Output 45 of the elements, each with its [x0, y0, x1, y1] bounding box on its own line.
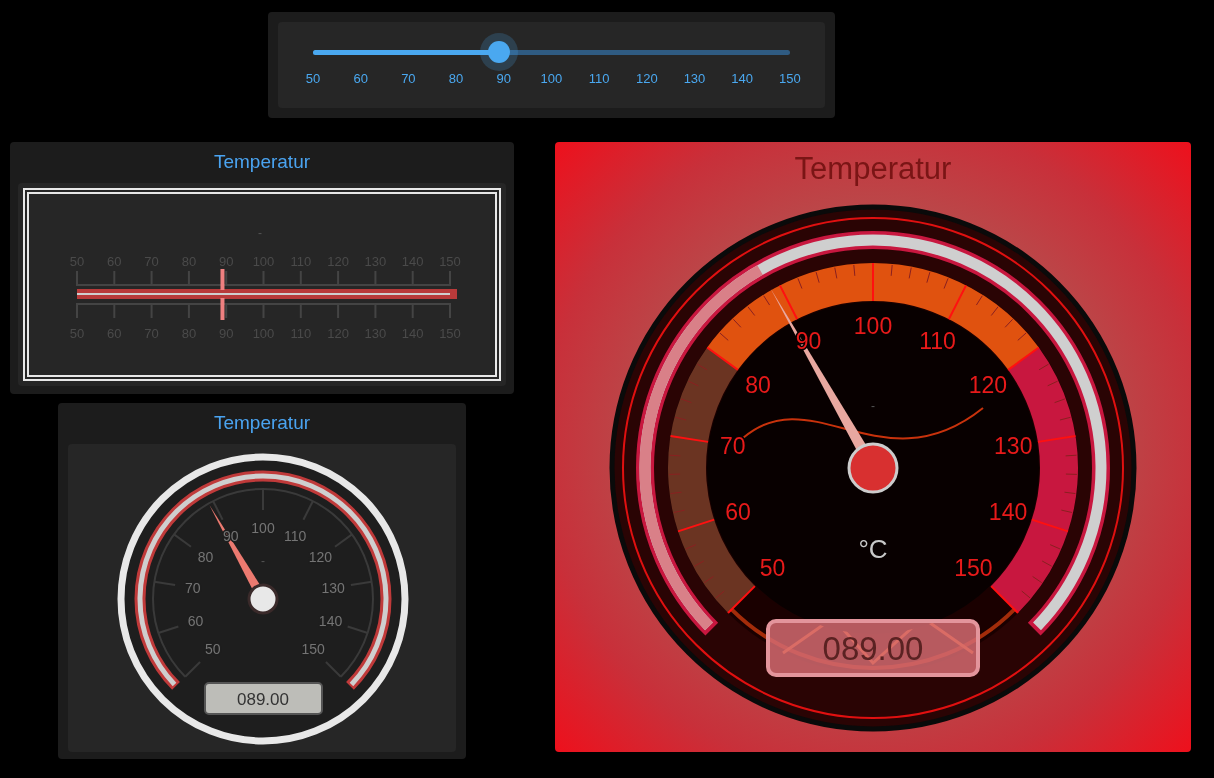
slider-tick-label: 100 [539, 70, 564, 88]
gauge-title: Temperatur [793, 150, 953, 187]
scale-label: 110 [284, 527, 307, 544]
readout-value: 089.00 [237, 689, 289, 709]
slider-tick-label: 130 [682, 70, 707, 88]
scale-label: 140 [318, 612, 343, 629]
scale-label: 110 [919, 328, 956, 355]
slider-tick-label: 80 [447, 70, 465, 88]
slider-tick-label: 140 [730, 70, 755, 88]
scale-label: 150 [301, 640, 325, 657]
scale-label: 150 [954, 555, 993, 582]
unit-label: °C [858, 534, 888, 564]
slider-tick-label: 150 [778, 70, 802, 88]
scale-label: 70 [185, 579, 201, 596]
readout-value: 089.00 [822, 630, 924, 667]
gauge-title: Temperatur [212, 411, 312, 435]
scale-label: 50 [759, 555, 786, 582]
units-mark: - [258, 225, 262, 240]
scale-label: 120 [968, 371, 1008, 398]
scale-label: 80 [745, 371, 771, 398]
needle-hub [247, 583, 279, 614]
scale-label: 130 [321, 579, 345, 596]
scale-label: 60 [187, 612, 204, 629]
scale-label: 70 [719, 432, 746, 459]
slider-tick-label: 120 [634, 70, 659, 88]
needle-hub [847, 442, 899, 494]
scale-label: 100 [853, 313, 893, 339]
slider-thumb[interactable] [480, 33, 518, 71]
slider-track[interactable] [313, 49, 790, 55]
scale-label: 50 [205, 640, 221, 657]
slider-tick-label: 90 [495, 70, 512, 88]
slider[interactable] [313, 33, 790, 71]
slider-tick-label: 110 [587, 70, 611, 88]
gauge-title: Temperatur [212, 150, 312, 174]
units-mark: - [871, 399, 875, 413]
scale-label: 140 [988, 498, 1028, 525]
slider-tick-label: 60 [352, 70, 369, 88]
slider-tick-label: 70 [400, 70, 417, 88]
scale-label: 80 [197, 548, 214, 565]
slider-tick-label: 50 [304, 70, 322, 88]
scale-label: 130 [994, 432, 1033, 459]
units-mark: - [261, 553, 265, 568]
scale-label: 60 [725, 498, 751, 525]
scale-label: 100 [251, 519, 275, 536]
scale-label: 120 [308, 548, 333, 565]
